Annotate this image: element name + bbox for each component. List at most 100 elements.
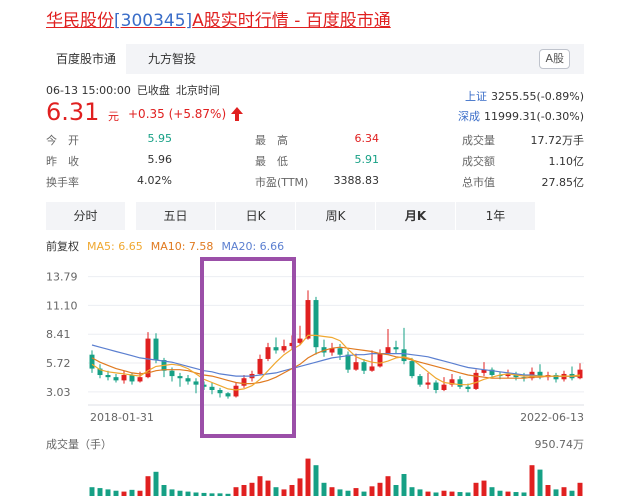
adjust-label[interactable]: 前复权 bbox=[46, 240, 79, 253]
volume-bar bbox=[401, 474, 407, 496]
stat-value: 4.02% bbox=[137, 174, 172, 187]
stat-label: 成交量 bbox=[462, 134, 495, 147]
volume-bar bbox=[497, 490, 503, 496]
stat-prev-close: 昨 收 5.96 bbox=[46, 153, 172, 168]
candle-body bbox=[177, 376, 183, 379]
volume-bar bbox=[289, 485, 295, 496]
source-tabbar: 百度股市通 九方智投 A股 bbox=[46, 44, 584, 74]
period-monthly-k[interactable]: 月K bbox=[376, 202, 455, 230]
volume-bar bbox=[521, 492, 527, 496]
stat-label: 市盈(TTM) bbox=[255, 176, 309, 189]
stat-value: 5.95 bbox=[147, 132, 173, 145]
volume-bar bbox=[329, 487, 335, 496]
tab-baidu-stock[interactable]: 百度股市通 bbox=[46, 44, 127, 74]
stat-turnover: 换手率 4.02% bbox=[46, 174, 172, 189]
volume-bar bbox=[97, 488, 103, 496]
stat-amount: 成交额 1.10亿 bbox=[462, 153, 585, 168]
volume-bar bbox=[105, 489, 111, 496]
candle-body bbox=[169, 370, 175, 377]
volume-bar bbox=[313, 465, 319, 496]
volume-bar bbox=[441, 490, 447, 496]
stat-label: 总市值 bbox=[462, 176, 495, 189]
volume-bar bbox=[193, 492, 199, 496]
index-name: 上证 bbox=[465, 90, 488, 103]
status-state: 已收盘 bbox=[136, 84, 170, 97]
candle-body bbox=[457, 379, 463, 387]
stat-label: 最 低 bbox=[255, 155, 288, 168]
volume-bar bbox=[569, 490, 575, 496]
period-weekly-k[interactable]: 周K bbox=[296, 202, 375, 230]
volume-bar bbox=[137, 490, 143, 496]
candle-body bbox=[393, 347, 399, 350]
y-tick-label: 5.72 bbox=[46, 357, 71, 370]
volume-bar bbox=[337, 489, 343, 496]
candle-body bbox=[185, 378, 191, 382]
stat-volume: 成交量 17.72万手 bbox=[462, 132, 585, 147]
period-daily-k[interactable]: 日K bbox=[216, 202, 295, 230]
y-tick-label: 13.79 bbox=[46, 271, 78, 284]
stat-low: 最 低 5.91 bbox=[255, 153, 379, 168]
x-end-label: 2022-06-13 bbox=[520, 411, 584, 424]
volume-bar bbox=[257, 476, 263, 496]
volume-bar bbox=[361, 491, 367, 496]
volume-bar bbox=[297, 478, 303, 496]
volume-bar bbox=[529, 465, 535, 496]
stat-market-cap: 总市值 27.85亿 bbox=[462, 174, 585, 189]
volume-bar bbox=[553, 489, 559, 496]
volume-bar bbox=[113, 490, 119, 496]
volume-bar bbox=[473, 482, 479, 496]
candle-body bbox=[441, 384, 447, 391]
ma-legend: 前复权 MA5: 6.65 MA10: 7.58 MA20: 6.66 bbox=[46, 238, 292, 254]
volume-bar bbox=[281, 489, 287, 496]
stock-title[interactable]: 华民股份[300345]A股实时行情 - 百度股市通 bbox=[46, 6, 391, 31]
candle-body bbox=[137, 377, 143, 382]
stat-label: 昨 收 bbox=[46, 155, 79, 168]
period-5day[interactable]: 五日 bbox=[136, 202, 215, 230]
index-shanghai[interactable]: 上证 3255.55(-0.89%) bbox=[465, 88, 584, 104]
ma20-label: MA20: 6.66 bbox=[221, 240, 285, 253]
volume-bar bbox=[169, 489, 175, 496]
volume-bar bbox=[417, 489, 423, 496]
period-intraday[interactable]: 分时 bbox=[46, 202, 125, 230]
volume-bar bbox=[545, 485, 551, 496]
index-value: 3255.55(-0.89%) bbox=[491, 90, 584, 103]
volume-chart bbox=[89, 458, 583, 496]
status-timezone: 北京时间 bbox=[175, 84, 220, 97]
price-change: +0.35 (+5.87%) bbox=[128, 107, 227, 121]
volume-bar bbox=[369, 486, 375, 496]
candle-body bbox=[345, 354, 351, 370]
stat-value: 1.10亿 bbox=[548, 155, 585, 168]
volume-bar bbox=[345, 490, 351, 496]
volume-bar bbox=[265, 480, 271, 496]
candle-body bbox=[417, 376, 423, 385]
stock-name: 华民股份 bbox=[46, 11, 114, 31]
y-tick-label: 3.03 bbox=[46, 386, 71, 399]
tab-jiufang[interactable]: 九方智投 bbox=[138, 44, 206, 74]
stat-value: 27.85亿 bbox=[541, 176, 585, 189]
volume-bar bbox=[393, 485, 399, 496]
volume-bar bbox=[89, 487, 95, 496]
candle-body bbox=[433, 382, 439, 391]
volume-bar bbox=[241, 485, 247, 496]
period-1year[interactable]: 1年 bbox=[456, 202, 535, 230]
volume-bar bbox=[561, 487, 567, 496]
candle-body bbox=[361, 362, 367, 371]
candle-body bbox=[425, 382, 431, 385]
stat-label: 最 高 bbox=[255, 134, 288, 147]
volume-bar bbox=[249, 482, 255, 496]
candle-body bbox=[577, 369, 583, 379]
y-tick-label: 11.10 bbox=[46, 299, 78, 312]
volume-bar bbox=[433, 492, 439, 496]
candle-body bbox=[121, 375, 127, 381]
candle-body bbox=[129, 375, 135, 382]
stat-label: 成交额 bbox=[462, 155, 495, 168]
price-unit: 元 bbox=[108, 110, 119, 123]
ma5-label: MA5: 6.65 bbox=[87, 240, 143, 253]
stat-value: 17.72万手 bbox=[530, 134, 585, 147]
volume-bar bbox=[129, 489, 135, 496]
candlestick-chart[interactable]: 13.79 11.10 8.41 5.72 3.03 bbox=[0, 255, 641, 415]
stat-value: 6.34 bbox=[354, 132, 380, 145]
volume-bar bbox=[449, 491, 455, 496]
volume-bar bbox=[481, 480, 487, 496]
index-shenzhen[interactable]: 深成 11999.31(-0.30%) bbox=[458, 108, 584, 124]
